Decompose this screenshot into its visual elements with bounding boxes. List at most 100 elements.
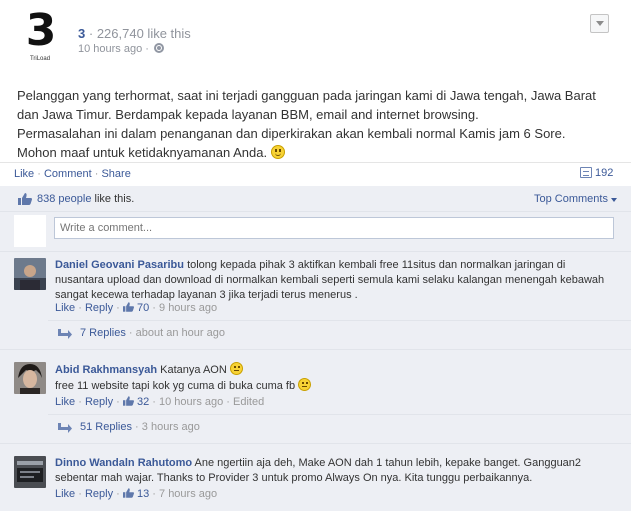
smile-emoticon-icon [270,145,285,159]
comment-like-count[interactable]: 13 [137,488,149,500]
replies-timestamp: about an hour ago [135,327,225,339]
comment-body: Abid Rakhmansyah Katanya AON free 11 web… [55,362,605,394]
reply-arrow-icon [58,423,72,433]
replies-sep: · [135,421,139,433]
share-count[interactable]: 192 [580,167,613,179]
timestamp-sep: · [145,43,149,55]
comment-author-link[interactable]: Abid Rakhmansyah [55,364,157,376]
comment-reply-link[interactable]: Reply [85,488,113,500]
avatar[interactable] [14,258,46,290]
comments-area: 838 people like this. Top Comments Danie… [0,186,631,511]
avatar[interactable] [14,456,46,488]
post-timestamp[interactable]: 10 hours ago [78,43,142,55]
thumbs-up-icon [122,488,134,498]
comment-item: Daniel Geovani Pasaribu tolong kepada pi… [0,252,631,350]
likes-row: 838 people like this. Top Comments [0,186,631,212]
comment-item: Dinno Wandaln Rahutomo Ane ngertiin aja … [0,444,631,511]
avatar[interactable] [14,362,46,394]
post-message-line1: Pelanggan yang terhormat, saat ini terja… [17,88,596,122]
view-replies-link[interactable]: 7 Replies [80,327,126,339]
globe-icon [154,43,165,53]
current-user-avatar [14,215,46,247]
comment-timestamp[interactable]: 10 hours ago [159,396,223,408]
tongue-emoticon-icon [229,362,243,375]
post-actions: Like · Comment · Share [14,168,131,180]
page-name-link[interactable]: 3 [78,26,85,41]
replies-row: 51 Replies · 3 hours ago [48,414,631,438]
thumbs-up-icon [18,193,32,205]
comment-like-count[interactable]: 32 [137,396,149,408]
reply-arrow-icon [58,329,72,339]
meta-sep: · [78,302,82,314]
post-message-line2: Permasalahan ini dalam penanganan dan di… [17,126,566,141]
comment-meta: Like · Reply · 13 · 7 hours ago [55,488,217,500]
like-link[interactable]: Like [14,168,34,180]
post-message-line3: Mohon maaf untuk ketidaknyamanan Anda. [17,145,268,160]
comment-text-a: Katanya AON [160,364,227,376]
meta-sep: · [78,488,82,500]
comment-reply-link[interactable]: Reply [85,396,113,408]
meta-sep: · [152,488,156,500]
comment-meta: Like · Reply · 70 · 9 hours ago [55,302,217,314]
page-line: 3 · 226,740 like this [78,26,191,41]
replies-summary: 7 Replies · about an hour ago [80,327,225,339]
comment-author-link[interactable]: Dinno Wandaln Rahutomo [55,457,192,469]
top-comments-label: Top Comments [534,193,608,205]
comment-like-link[interactable]: Like [55,396,75,408]
avatar-image [14,258,46,290]
post-timestamp-line: 10 hours ago · [78,43,165,55]
logo-mark: 3 [25,5,57,56]
post-options-button[interactable] [590,14,609,33]
likers-link[interactable]: 838 people [37,193,91,205]
likes-summary: 838 people like this. [37,193,134,205]
meta-sep: · [152,396,156,408]
meta-sep: · [78,396,82,408]
replies-sep: · [128,327,133,339]
avatar-image [14,456,46,488]
comment-reply-link[interactable]: Reply [85,302,113,314]
comment-like-link[interactable]: Like [55,488,75,500]
edited-label[interactable]: Edited [233,396,264,408]
comment-meta: Like · Reply · 32 · 10 hours ago · Edite… [55,396,264,408]
meta-sep: · [116,488,120,500]
share-icon [580,167,592,178]
page-logo[interactable]: 3 TriLoad [20,8,60,66]
comment-input[interactable] [54,217,614,239]
replies-row: 7 Replies · about an hour ago [48,320,631,344]
grin-emoticon-icon [298,378,312,391]
comment-link[interactable]: Comment [44,168,92,180]
post-header: 3 TriLoad 3 · 226,740 like this 10 hours… [0,0,631,70]
page-likes-sep: · [88,26,94,41]
comment-text-b: free 11 website tapi kok yg cuma di buka… [55,380,296,392]
comment-body: Dinno Wandaln Rahutomo Ane ngertiin aja … [55,456,605,486]
likes-suffix: like this. [94,193,135,205]
comment-item: Abid Rakhmansyah Katanya AON free 11 web… [0,350,631,444]
chevron-down-icon [611,198,618,202]
share-count-value: 192 [595,167,614,179]
action-sep: · [37,168,41,180]
thumbs-up-icon [122,396,134,406]
top-comments-dropdown[interactable]: Top Comments [534,193,618,205]
replies-timestamp: 3 hours ago [141,421,200,433]
page-likes-count: 226,740 like this [96,26,191,41]
replies-summary: 51 Replies · 3 hours ago [80,421,200,433]
avatar-image [14,362,46,394]
post-message: Pelanggan yang terhormat, saat ini terja… [17,86,617,162]
compose-row [0,212,631,252]
thumbs-up-icon [122,302,134,312]
comment-author-link[interactable]: Daniel Geovani Pasaribu [55,259,184,271]
comment-timestamp[interactable]: 7 hours ago [159,488,217,500]
post-action-bar: Like · Comment · Share 192 [0,162,631,186]
logo-subtext: TriLoad [29,56,51,62]
comment-timestamp[interactable]: 9 hours ago [159,302,217,314]
view-replies-link[interactable]: 51 Replies [80,421,132,433]
meta-sep: · [152,302,156,314]
meta-sep: · [226,396,230,408]
chevron-down-icon [596,21,604,26]
meta-sep: · [116,396,120,408]
comment-like-count[interactable]: 70 [137,302,149,314]
comment-like-link[interactable]: Like [55,302,75,314]
share-link[interactable]: Share [101,168,130,180]
action-sep: · [94,168,99,180]
meta-sep: · [116,302,120,314]
